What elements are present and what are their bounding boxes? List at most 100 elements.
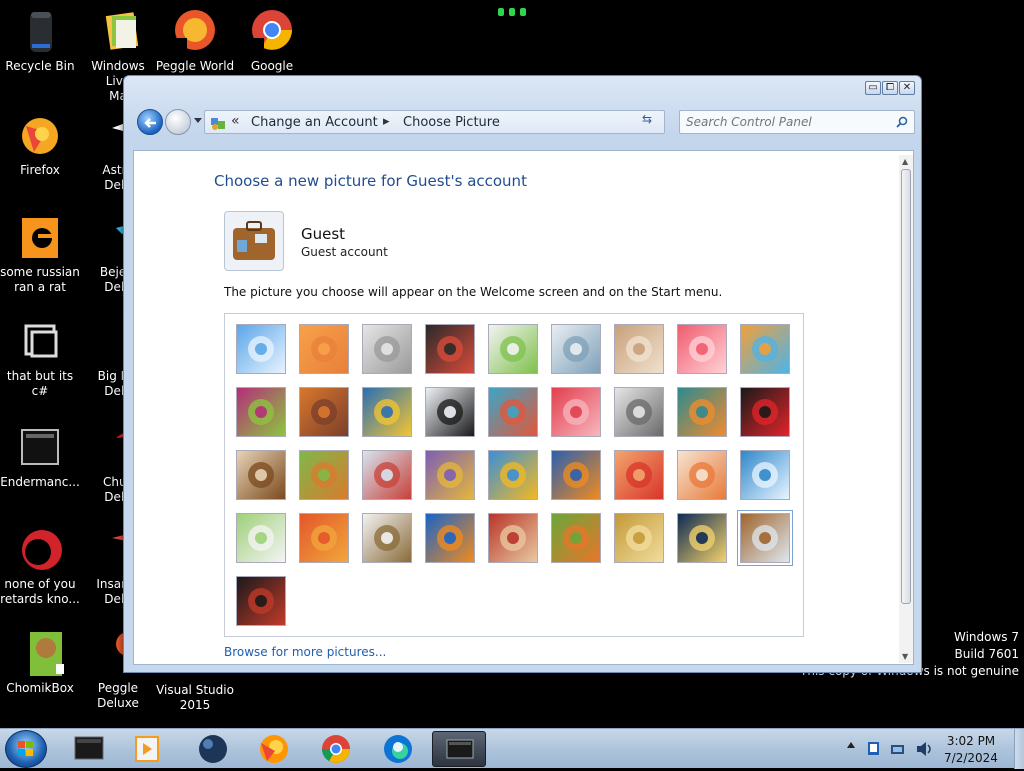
- orange-e-icon: [16, 214, 64, 262]
- taskbar-edge-icon[interactable]: [371, 731, 425, 767]
- search-box[interactable]: [679, 110, 915, 134]
- picture-scarf[interactable]: [299, 513, 349, 563]
- caption-buttons: ▭ ⧠ ✕: [865, 81, 915, 95]
- picture-sailboat[interactable]: [740, 450, 790, 500]
- picture-starfish[interactable]: [299, 324, 349, 374]
- picture-terminal[interactable]: [236, 576, 286, 626]
- shortcut-icon: [16, 318, 64, 366]
- desktop-icon-google-chrome[interactable]: Google: [232, 8, 312, 74]
- picture-star[interactable]: [551, 387, 601, 437]
- scroll-up-arrow-icon[interactable]: ▲: [902, 157, 908, 166]
- picture-tin-robot[interactable]: [362, 450, 412, 500]
- taskbar-chrome-icon[interactable]: [309, 731, 363, 767]
- picture-leaf[interactable]: [362, 387, 412, 437]
- picture-puppy[interactable]: [299, 450, 349, 500]
- desktop-icon-label: Peggle World: [155, 59, 235, 73]
- picture-lucky-cat[interactable]: [488, 324, 538, 374]
- back-button[interactable]: [137, 109, 163, 135]
- picture-rug[interactable]: [488, 513, 538, 563]
- show-hidden-icons-button[interactable]: [847, 742, 855, 748]
- picture-stairs[interactable]: [677, 387, 727, 437]
- picture-marbles[interactable]: [362, 513, 412, 563]
- maximize-button[interactable]: ⧠: [882, 81, 898, 95]
- desktop-icon-endermanch[interactable]: Endermanc...: [0, 424, 80, 490]
- picture-suitcase[interactable]: [737, 510, 793, 566]
- picture-grid: [224, 313, 804, 637]
- scrollbar-thumb[interactable]: [901, 169, 911, 604]
- picture-pinwheel[interactable]: [740, 324, 790, 374]
- start-button[interactable]: [5, 730, 47, 768]
- browse-more-pictures-link[interactable]: Browse for more pictures...: [224, 645, 386, 659]
- forward-button[interactable]: [165, 109, 191, 135]
- desktop-icon-label: Visual Studio 2015: [156, 683, 234, 712]
- breadcrumb-choose-picture[interactable]: Choose Picture: [403, 115, 500, 130]
- close-button[interactable]: ✕: [899, 81, 915, 95]
- picture-kitten[interactable]: [614, 324, 664, 374]
- windows-live-mail-icon: [94, 8, 142, 56]
- picture-guitar[interactable]: [236, 450, 286, 500]
- desktop-icon-label: some russian ran a rat: [0, 265, 80, 294]
- desktop-icon-firefox[interactable]: Firefox: [0, 112, 80, 178]
- picture-record-player[interactable]: [425, 324, 475, 374]
- taskbar-sphere-app-icon[interactable]: [186, 731, 240, 767]
- chomikbox-icon: [16, 630, 64, 678]
- volume-icon[interactable]: [914, 739, 936, 759]
- show-desktop-button[interactable]: [1014, 729, 1024, 769]
- firefox-icon: [16, 112, 64, 160]
- clock-date[interactable]: 7/2/2024: [940, 751, 1002, 765]
- desktop-icon-recycle-bin[interactable]: Recycle Bin: [0, 8, 80, 74]
- minimize-button[interactable]: ▭: [865, 81, 881, 95]
- picture-dog[interactable]: [425, 387, 475, 437]
- picture-paper-crane[interactable]: [740, 387, 790, 437]
- account-type: Guest account: [301, 245, 388, 259]
- picture-jacks[interactable]: [614, 387, 664, 437]
- account-name: Guest: [301, 225, 346, 243]
- picture-window[interactable]: [425, 513, 475, 563]
- picture-soccer-ball[interactable]: [236, 513, 286, 563]
- desktop-icon-red-circle[interactable]: none of you retards kno...: [0, 526, 80, 607]
- navigation-bar: « Change an Account ▸ Choose Picture ⇆: [134, 106, 915, 140]
- breadcrumb-overflow-chevron[interactable]: «: [231, 113, 240, 129]
- picture-robot-toy[interactable]: [362, 324, 412, 374]
- picture-roller-coaster[interactable]: [236, 324, 286, 374]
- picture-butterfly[interactable]: [551, 513, 601, 563]
- desktop-icon-peggle-world[interactable]: Peggle World: [155, 8, 235, 74]
- vertical-scrollbar[interactable]: ▲ ▼: [899, 155, 913, 663]
- desktop-icon-label: Endermanc...: [0, 475, 80, 489]
- flag-icon[interactable]: [866, 741, 882, 757]
- taskbar-firefox-icon[interactable]: [247, 731, 301, 767]
- picture-gyroscope[interactable]: [551, 324, 601, 374]
- recent-pages-dropdown[interactable]: [194, 118, 202, 123]
- control-panel-icon: [210, 115, 226, 131]
- picture-fish[interactable]: [551, 450, 601, 500]
- address-bar[interactable]: « Change an Account ▸ Choose Picture: [204, 110, 689, 134]
- breadcrumb-change-an-account[interactable]: Change an Account: [251, 115, 378, 130]
- search-input[interactable]: [686, 114, 886, 130]
- breadcrumb-separator[interactable]: ▸: [383, 114, 390, 129]
- control-panel-window[interactable]: ▭ ⧠ ✕ « Change an Account ▸ Choose Pictu…: [123, 75, 922, 673]
- desktop-icon-label: Recycle Bin: [5, 59, 75, 73]
- desktop-icon-chomikbox[interactable]: ChomikBox: [0, 630, 80, 696]
- picture-shell[interactable]: [614, 513, 664, 563]
- taskbar-media-player-icon[interactable]: [120, 731, 174, 767]
- search-icon[interactable]: [896, 116, 908, 128]
- picture-daruma[interactable]: [677, 450, 727, 500]
- taskbar-cmd-app-icon[interactable]: [62, 731, 116, 767]
- google-chrome-icon: [248, 8, 296, 56]
- picture-sunflower[interactable]: [488, 450, 538, 500]
- picture-lighthouse[interactable]: [677, 513, 727, 563]
- picture-balloon[interactable]: [614, 450, 664, 500]
- desktop-icon-orange-e[interactable]: some russian ran a rat: [0, 214, 80, 295]
- desktop-icon-shortcut[interactable]: that but its c#: [0, 318, 80, 399]
- picture-crayons[interactable]: [488, 387, 538, 437]
- picture-shawl[interactable]: [425, 450, 475, 500]
- picture-ball[interactable]: [236, 387, 286, 437]
- picture-flower[interactable]: [677, 324, 727, 374]
- picture-fabric[interactable]: [299, 387, 349, 437]
- clock-time[interactable]: 3:02 PM: [946, 734, 996, 748]
- refresh-icon[interactable]: ⇆: [642, 112, 652, 126]
- network-icon[interactable]: [890, 741, 906, 757]
- back-arrow-icon: [144, 118, 156, 128]
- taskbar-active-window-icon[interactable]: [432, 731, 486, 767]
- scroll-down-arrow-icon[interactable]: ▼: [902, 652, 908, 661]
